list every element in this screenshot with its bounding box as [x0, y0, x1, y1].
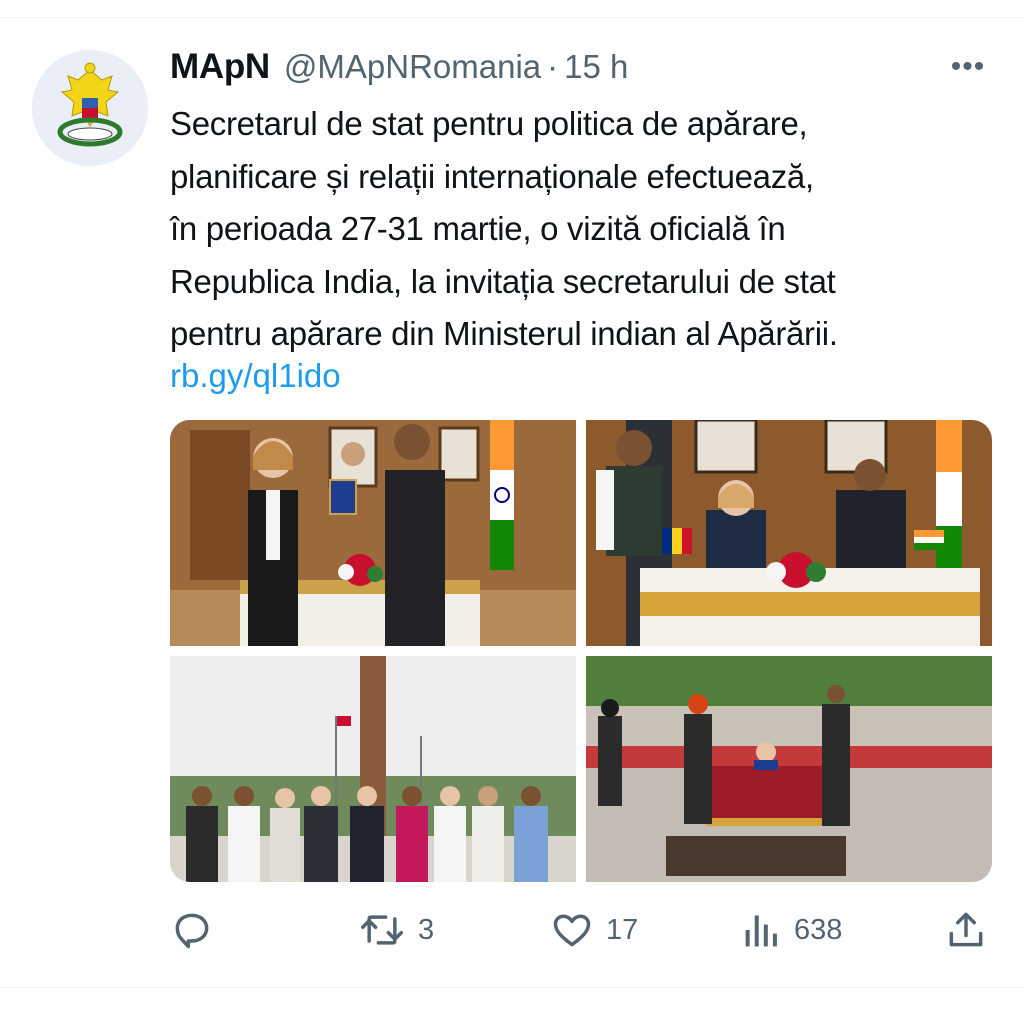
timestamp[interactable]: 15 h — [564, 48, 628, 86]
views-icon — [745, 915, 777, 947]
tweet-header: MApN @MApNRomania · 15 h — [170, 44, 628, 90]
reply-icon — [175, 913, 209, 949]
more-options-icon[interactable]: ••• — [946, 50, 990, 84]
bottom-divider — [0, 987, 1024, 988]
tweet-text-line: Republica India, la invitația secretarul… — [170, 262, 836, 300]
top-divider — [0, 17, 1024, 18]
tweet-text: Secretarul de stat pentru politica de ap… — [170, 98, 1000, 361]
action-bar: 3 17 638 — [0, 900, 1024, 960]
views-button[interactable]: 638 — [742, 900, 842, 960]
reply-button[interactable] — [170, 900, 226, 960]
like-button[interactable]: 17 — [550, 900, 638, 960]
photo-signing-ceremony[interactable] — [586, 420, 992, 646]
media-grid — [170, 420, 992, 882]
tweet-text-line: Secretarul de stat pentru politica de ap… — [170, 105, 808, 142]
tweet-link[interactable]: rb.gy/ql1ido — [170, 354, 341, 398]
views-count: 638 — [794, 913, 843, 946]
heart-icon — [553, 914, 591, 947]
tweet-text-line: pentru apărare din Ministerul indian al … — [170, 315, 838, 352]
mapn-emblem-icon — [32, 50, 148, 166]
photo-outdoor-signing[interactable] — [586, 656, 992, 882]
retweet-icon — [361, 915, 403, 945]
retweet-button[interactable]: 3 — [358, 900, 434, 960]
tweet-text-line: în perioada 27-31 martie, o vizită ofici… — [170, 210, 786, 247]
like-count: 17 — [606, 913, 639, 946]
photo-award-presentation[interactable] — [170, 420, 576, 646]
retweet-count: 3 — [418, 913, 435, 946]
separator-dot: · — [547, 48, 559, 85]
photo-group-memorial[interactable] — [170, 656, 576, 882]
share-icon — [949, 912, 983, 947]
avatar[interactable] — [32, 50, 148, 166]
tweet-text-line: planificare și relații internaționale ef… — [170, 157, 814, 195]
user-handle[interactable]: @MApNRomania — [284, 48, 541, 86]
display-name[interactable]: MApN — [170, 47, 270, 87]
share-button[interactable] — [944, 900, 988, 960]
